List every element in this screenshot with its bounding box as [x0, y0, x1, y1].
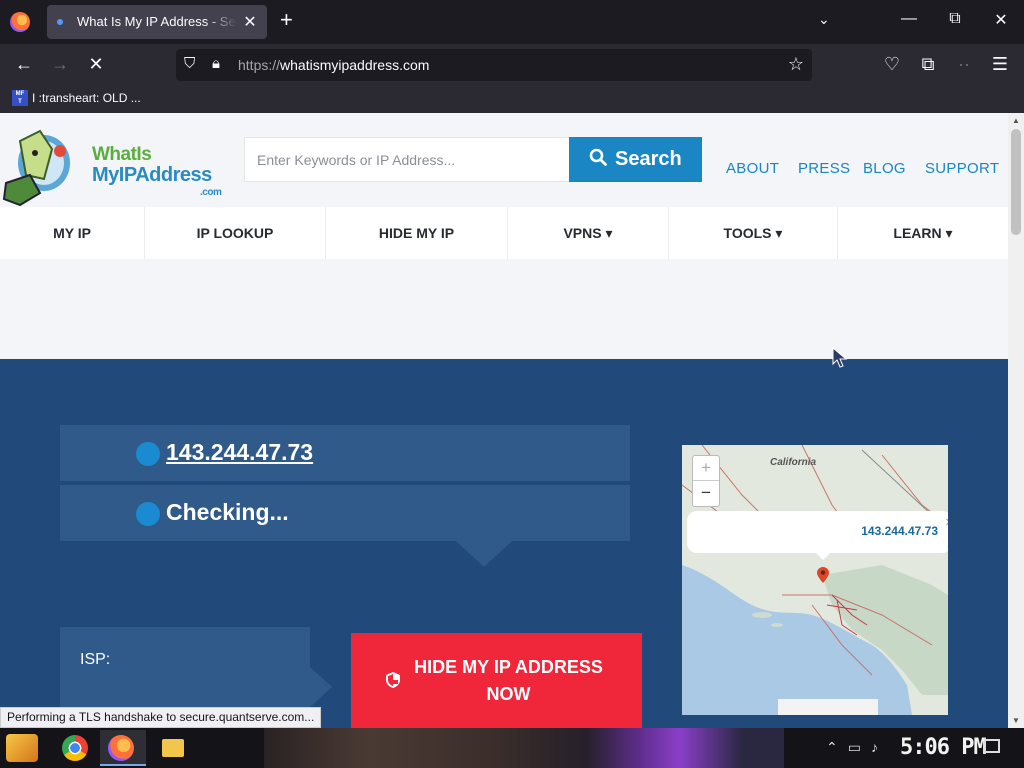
- nav-hide-my-ip[interactable]: HIDE MY IP: [326, 207, 508, 259]
- map-tiles: [682, 445, 948, 715]
- tab-bar: What Is My IP Address - See Your Public …: [0, 0, 1024, 44]
- window-close-button[interactable]: ✕: [986, 10, 1016, 30]
- minimize-button[interactable]: —: [894, 10, 924, 28]
- zoom-out-button[interactable]: −: [693, 481, 719, 506]
- tab-list-chevron-icon[interactable]: ⌄: [818, 11, 830, 28]
- bookmark-item[interactable]: I :transheart: OLD ...: [32, 91, 141, 105]
- taskbar-wallpaper: [264, 728, 784, 768]
- firefox-taskbar-icon[interactable]: [108, 735, 134, 761]
- url-text[interactable]: https://whatismyipaddress.com: [238, 57, 429, 73]
- ipv4-card: 143.244.47.73: [60, 425, 630, 481]
- stop-loading-icon[interactable]: ✕: [84, 54, 108, 75]
- map-popup-ip: 143.244.47.73: [861, 524, 938, 538]
- search-placeholder: Enter Keywords or IP Address...: [257, 152, 456, 168]
- nav-vpns[interactable]: VPNS ▾: [508, 207, 669, 259]
- ipv6-indicator-icon: [136, 502, 160, 526]
- isp-pointer: [310, 667, 332, 707]
- popup-tip: [814, 551, 832, 560]
- ipv6-card: Checking...: [60, 485, 630, 541]
- firefox-icon[interactable]: [10, 12, 30, 32]
- card-pointer: [456, 541, 512, 567]
- tab-title: What Is My IP Address - See Your Public …: [77, 14, 237, 29]
- logo-mascot-icon[interactable]: [0, 123, 82, 213]
- menu-icon[interactable]: ☰: [988, 54, 1012, 75]
- mouse-cursor-icon: [832, 347, 848, 368]
- extensions-icon[interactable]: ⧉: [916, 54, 940, 75]
- bookmark-star-icon[interactable]: ☆: [788, 54, 804, 75]
- scroll-up-icon[interactable]: ▲: [1011, 116, 1021, 125]
- shield-icon[interactable]: ⛉: [184, 55, 195, 72]
- hide-my-ip-button[interactable]: HIDE MY IP ADDRESS NOW: [351, 633, 642, 728]
- bookmark-favicon-icon: MF T: [12, 90, 28, 106]
- zoom-in-button[interactable]: +: [693, 456, 719, 481]
- map-zoom-control: + −: [692, 455, 720, 507]
- search-button[interactable]: Search: [569, 137, 702, 182]
- search-input[interactable]: Enter Keywords or IP Address...: [244, 137, 570, 182]
- ipv6-status: Checking...: [166, 499, 289, 525]
- chrome-taskbar-icon[interactable]: [62, 735, 88, 761]
- browser-tab[interactable]: What Is My IP Address - See Your Public …: [47, 5, 267, 39]
- tab-loading-icon: [57, 19, 63, 25]
- back-arrow-icon[interactable]: ←: [12, 54, 36, 75]
- overflow-icon[interactable]: ··: [952, 54, 976, 75]
- press-link[interactable]: PRESS: [798, 160, 850, 177]
- popup-close-icon[interactable]: ✕: [945, 516, 948, 529]
- lock-icon[interactable]: 🔒︎: [212, 55, 220, 72]
- url-bar[interactable]: ⛉ 🔒︎ https://whatismyipaddress.com ☆: [176, 49, 812, 81]
- nav-tools[interactable]: TOOLS ▾: [669, 207, 838, 259]
- map-pin-icon[interactable]: [817, 567, 829, 583]
- maximize-button[interactable]: ⧉: [940, 10, 970, 28]
- pocket-icon[interactable]: ♡: [880, 54, 904, 75]
- support-link[interactable]: SUPPORT: [925, 160, 999, 177]
- taskbar-clock[interactable]: 5:06 PM: [900, 735, 987, 760]
- nav-learn[interactable]: LEARN ▾: [838, 207, 1008, 259]
- blog-link[interactable]: BLOG: [863, 160, 906, 177]
- isp-label: ISP:: [80, 651, 111, 668]
- page-viewport: WhatIs MyIPAddress .com Enter Keywords o…: [0, 113, 1024, 728]
- search-icon: [589, 148, 607, 166]
- nav-my-ip[interactable]: MY IP: [0, 207, 145, 259]
- nav-ip-lookup[interactable]: IP LOOKUP: [145, 207, 326, 259]
- navigation-toolbar: ← → ✕ ⛉ 🔒︎ https://whatismyipaddress.com…: [0, 44, 1024, 86]
- taskbar: ⌃▭♪ 5:06 PM: [0, 728, 1024, 768]
- start-button-icon[interactable]: [6, 734, 38, 762]
- tab-close-icon[interactable]: ✕: [241, 12, 259, 32]
- main-navigation: MY IP IP LOOKUP HIDE MY IP VPNS ▾ TOOLS …: [0, 207, 1008, 259]
- bookmarks-toolbar: MF T I :transheart: OLD ...: [0, 86, 1024, 113]
- location-map[interactable]: California + − 143.244.47.73 ✕: [682, 445, 948, 715]
- file-explorer-icon[interactable]: [162, 739, 184, 757]
- map-region-label: California: [770, 457, 817, 468]
- forward-arrow-icon[interactable]: →: [48, 54, 72, 75]
- shield-icon: [386, 672, 400, 688]
- scroll-down-icon[interactable]: ▼: [1011, 716, 1021, 725]
- map-popup: 143.244.47.73 ✕: [687, 511, 948, 553]
- hero-section: 143.244.47.73 Checking... ISP: HIDE MY I…: [0, 359, 1008, 728]
- ip-address-link[interactable]: 143.244.47.73: [166, 439, 313, 466]
- page-scrollbar[interactable]: ▲ ▼: [1008, 113, 1024, 728]
- system-tray-icons[interactable]: ⌃▭♪: [826, 739, 888, 756]
- status-text: Performing a TLS handshake to secure.qua…: [0, 707, 322, 728]
- ipv4-indicator-icon: [136, 442, 160, 466]
- scrollbar-thumb[interactable]: [1011, 129, 1021, 235]
- new-tab-button[interactable]: +: [280, 9, 293, 31]
- about-link[interactable]: ABOUT: [726, 160, 779, 177]
- site-logo-text[interactable]: WhatIs MyIPAddress .com: [92, 145, 222, 199]
- notification-icon[interactable]: [984, 739, 1000, 753]
